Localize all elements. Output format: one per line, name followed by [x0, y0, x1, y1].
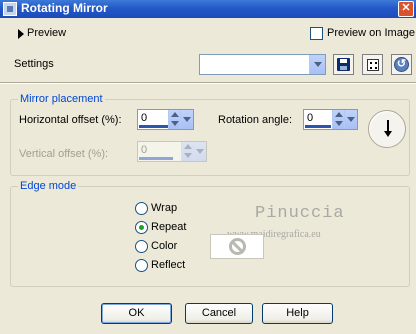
- vertical-offset-value: 0: [141, 144, 148, 156]
- cancel-button[interactable]: Cancel: [185, 303, 253, 324]
- horizontal-offset-label: Horizontal offset (%):: [19, 114, 122, 126]
- rotation-angle-dropdown[interactable]: [344, 110, 357, 129]
- chevron-down-icon[interactable]: [309, 55, 325, 74]
- app-icon: [3, 2, 17, 16]
- edge-mode-color-label[interactable]: Color: [151, 240, 177, 252]
- close-icon[interactable]: ✕: [398, 1, 414, 17]
- separator: [0, 82, 416, 84]
- vertical-offset-slider: [139, 157, 173, 160]
- rotation-dial-icon[interactable]: [368, 110, 406, 148]
- preview-on-image-label[interactable]: Preview on Image: [327, 27, 415, 39]
- randomize-button[interactable]: [362, 54, 383, 75]
- reset-button[interactable]: ↺: [391, 54, 412, 75]
- edge-mode-reflect-label[interactable]: Reflect: [151, 259, 185, 271]
- save-preset-button[interactable]: [333, 54, 354, 75]
- edge-mode-legend: Edge mode: [18, 180, 79, 192]
- vertical-offset-field: 0: [137, 141, 207, 162]
- ok-button[interactable]: OK: [101, 303, 172, 324]
- horizontal-offset-value[interactable]: 0: [141, 112, 147, 124]
- dial-arrow-tip: [384, 131, 392, 137]
- watermark-name: Pinuccia: [255, 204, 345, 223]
- rotation-angle-value[interactable]: 0: [307, 112, 313, 124]
- help-button[interactable]: Help: [262, 303, 333, 324]
- horizontal-offset-field[interactable]: 0: [137, 109, 194, 130]
- edge-mode-wrap-radio[interactable]: [135, 202, 148, 215]
- rotation-angle-label: Rotation angle:: [218, 114, 292, 126]
- window-title: Rotating Mirror: [21, 1, 108, 15]
- horizontal-offset-spinner[interactable]: [168, 110, 180, 129]
- expand-triangle-icon[interactable]: [18, 29, 24, 39]
- settings-label: Settings: [14, 58, 54, 70]
- settings-preset-dropdown[interactable]: [199, 54, 326, 75]
- edge-color-swatch: [210, 234, 264, 259]
- rotation-angle-field[interactable]: 0: [303, 109, 358, 130]
- edge-mode-repeat-label[interactable]: Repeat: [151, 221, 186, 233]
- horizontal-offset-dropdown[interactable]: [180, 110, 193, 129]
- preview-on-image-checkbox[interactable]: [310, 27, 323, 40]
- rotation-angle-spinner[interactable]: [332, 110, 344, 129]
- edge-mode-reflect-radio[interactable]: [135, 259, 148, 272]
- edge-mode-wrap-label[interactable]: Wrap: [151, 202, 177, 214]
- edge-mode-color-radio[interactable]: [135, 240, 148, 253]
- title-bar[interactable]: Rotating Mirror ✕: [0, 0, 416, 18]
- edge-mode-repeat-radio[interactable]: [135, 221, 148, 234]
- reset-icon: ↺: [394, 57, 409, 72]
- save-icon: [337, 58, 350, 71]
- rotation-angle-slider[interactable]: [305, 125, 331, 128]
- no-symbol-icon: [229, 238, 246, 255]
- dice-icon: [367, 59, 379, 71]
- vertical-offset-dropdown: [193, 142, 206, 161]
- vertical-offset-spinner: [181, 142, 193, 161]
- preview-label: Preview: [27, 27, 67, 39]
- mirror-placement-legend: Mirror placement: [18, 93, 105, 105]
- vertical-offset-label: Vertical offset (%):: [19, 148, 109, 160]
